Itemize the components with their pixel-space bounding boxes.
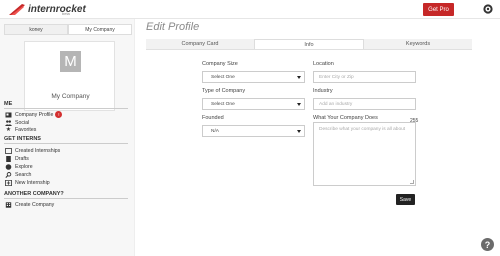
- star-icon: ★: [5, 127, 12, 133]
- what-you-do-label: What Your Company Does: [313, 115, 378, 121]
- avatar: M: [60, 51, 81, 72]
- sidebar-item-new-internship[interactable]: New Internship: [5, 179, 50, 186]
- sidebar: koney My Company M My Company ME Company…: [0, 19, 135, 256]
- users-icon: [5, 119, 12, 126]
- brand-name: internrocket: [28, 3, 86, 15]
- what-you-do-textarea[interactable]: Describe what your company is all about: [313, 122, 416, 186]
- beta-tag: beta: [62, 11, 70, 16]
- profile-tabs: Company Card Info Keywords: [146, 39, 472, 50]
- help-button[interactable]: ?: [481, 238, 494, 251]
- caret-down-icon: [297, 130, 301, 133]
- resize-handle-icon[interactable]: [410, 180, 414, 184]
- sidebar-item-label: Social: [15, 119, 30, 126]
- id-card-icon: [5, 112, 12, 118]
- sidebar-item-favorites[interactable]: ★ Favorites: [5, 126, 37, 134]
- building-icon: [5, 201, 12, 208]
- divider: [4, 198, 128, 199]
- select-value: N/A: [211, 128, 219, 134]
- founded-select[interactable]: N/A: [202, 125, 305, 137]
- alert-badge: !: [55, 111, 63, 118]
- select-value: Select One: [211, 74, 235, 80]
- sidebar-item-label: Search: [15, 171, 32, 178]
- type-of-company-label: Type of Company: [202, 88, 246, 94]
- location-input[interactable]: Enter City or Zip: [313, 71, 416, 83]
- document-icon: [5, 155, 12, 162]
- sidebar-item-search[interactable]: Search: [5, 171, 31, 178]
- tab-keywords[interactable]: Keywords: [364, 39, 472, 49]
- textarea-placeholder: Describe what your company is all about: [319, 127, 406, 132]
- sidebar-item-label: Drafts: [15, 155, 29, 162]
- caret-down-icon: [297, 76, 301, 79]
- company-size-select[interactable]: Select One: [202, 71, 305, 83]
- location-label: Location: [313, 61, 334, 67]
- square-icon: [5, 147, 12, 154]
- select-value: Select One: [211, 101, 235, 107]
- sidebar-item-explore[interactable]: Explore: [5, 163, 33, 170]
- sidebar-item-created-internships[interactable]: Created Internships: [5, 147, 60, 154]
- account-switcher: koney My Company: [4, 24, 132, 35]
- section-me-title: ME: [4, 101, 13, 107]
- account-tab-user[interactable]: koney: [4, 24, 68, 35]
- type-of-company-select[interactable]: Select One: [202, 98, 305, 110]
- company-name: My Company: [51, 93, 90, 100]
- sidebar-item-label: Create Company: [15, 201, 55, 208]
- sidebar-item-label: Created Internships: [15, 147, 61, 154]
- founded-label: Founded: [202, 115, 224, 121]
- sidebar-item-company-profile[interactable]: Company Profile !: [5, 111, 63, 118]
- caret-down-icon: [297, 103, 301, 106]
- gear-icon[interactable]: [483, 4, 493, 14]
- sidebar-item-social[interactable]: Social: [5, 119, 29, 126]
- company-card[interactable]: M My Company: [24, 41, 115, 111]
- globe-icon: [5, 163, 12, 170]
- company-size-label: Company Size: [202, 61, 238, 67]
- sidebar-item-create-company[interactable]: Create Company: [5, 201, 54, 208]
- sidebar-item-label: Explore: [15, 163, 33, 170]
- plus-square-icon: [5, 179, 12, 186]
- tab-info[interactable]: Info: [254, 39, 364, 49]
- top-bar: internrocket beta Get Pro: [0, 0, 500, 19]
- account-tab-company[interactable]: My Company: [68, 24, 132, 35]
- industry-label: Industry: [313, 88, 333, 94]
- sidebar-item-label: Company Profile: [15, 111, 54, 118]
- divider: [4, 108, 128, 109]
- logo[interactable]: internrocket: [8, 2, 86, 17]
- search-icon: [5, 171, 12, 178]
- sidebar-item-drafts[interactable]: Drafts: [5, 155, 29, 162]
- page-title: Edit Profile: [146, 21, 200, 33]
- industry-input[interactable]: Add an industry: [313, 98, 416, 110]
- sidebar-item-label: New Internship: [15, 179, 50, 186]
- section-another-company-title: ANOTHER COMPANY?: [4, 191, 64, 197]
- get-pro-button[interactable]: Get Pro: [423, 3, 454, 16]
- section-get-interns-title: GET INTERNS: [4, 136, 41, 142]
- divider: [4, 143, 128, 144]
- rocket-logo-icon: [9, 4, 25, 15]
- tab-company-card[interactable]: Company Card: [146, 39, 254, 49]
- sidebar-item-label: Favorites: [15, 126, 37, 133]
- save-button[interactable]: Save: [396, 194, 415, 205]
